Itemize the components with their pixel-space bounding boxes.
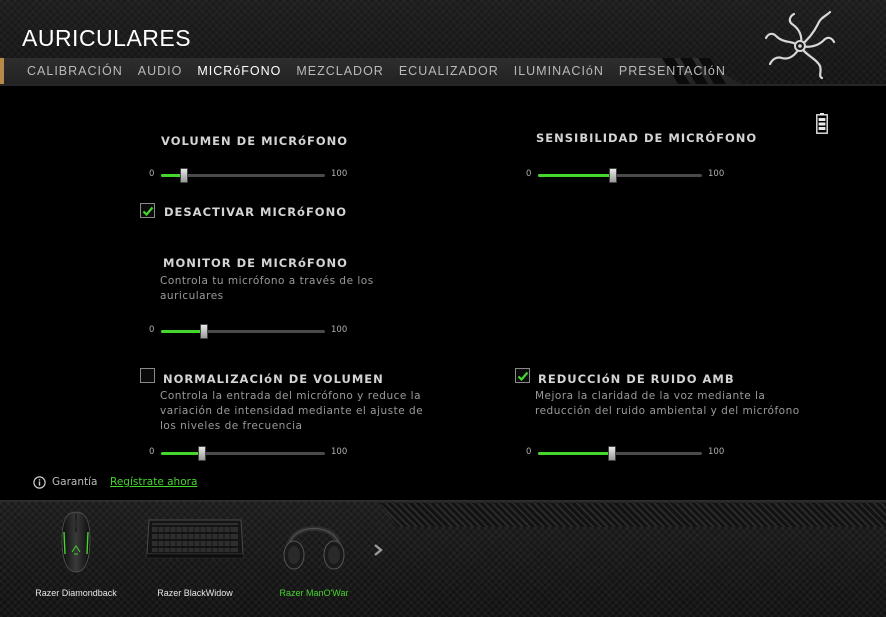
slider-fill <box>538 452 612 455</box>
mute-mic-checkbox[interactable] <box>140 203 155 218</box>
keyboard-icon <box>145 519 245 559</box>
volume-normalization-description: Controla la entrada del micrófono y redu… <box>160 390 424 432</box>
mic-monitor-slider[interactable]: 0 100 <box>149 324 349 339</box>
slider-max-label: 100 <box>331 169 348 179</box>
tab-microphone[interactable]: MICRóFONO <box>197 64 281 78</box>
checkmark-icon <box>517 371 529 382</box>
checkmark-icon <box>142 206 154 217</box>
mic-sensitivity-title: SENSIBILIDAD DE MICRÓFONO <box>536 131 758 145</box>
slider-thumb[interactable] <box>179 168 188 183</box>
device-bar-stripes <box>380 503 886 527</box>
slider-min-label: 0 <box>526 447 532 457</box>
mic-volume-title: VOLUMEN DE MICRóFONO <box>161 134 349 148</box>
device-manowar[interactable] <box>259 508 369 578</box>
slider-fill <box>538 174 614 177</box>
mute-mic-label: DESACTIVAR MICRóFONO <box>164 205 347 219</box>
mic-monitor-description: Controla tu micrófono a través de los au… <box>160 275 374 302</box>
app-title: AURICULARES <box>22 25 192 51</box>
mic-monitor-title: MONITOR DE MICRóFONO <box>163 256 348 270</box>
volume-normalization-checkbox[interactable] <box>140 368 155 383</box>
tab-lighting[interactable]: ILUMINACIóN <box>514 64 604 78</box>
slider-min-label: 0 <box>149 169 155 179</box>
info-icon <box>33 476 46 489</box>
slider-fill <box>161 452 202 455</box>
warranty-label: Garantía <box>52 476 98 488</box>
mic-sensitivity-slider[interactable]: 0 100 <box>526 168 726 183</box>
volume-normalization-label: NORMALIZACIóN DE VOLUMEN <box>163 372 384 386</box>
razer-logo-icon <box>764 10 836 80</box>
device-diamondback[interactable] <box>21 508 131 578</box>
volume-normalization-slider[interactable]: 0 100 <box>149 446 349 461</box>
mouse-icon <box>61 511 91 573</box>
slider-track[interactable] <box>161 168 325 183</box>
slider-max-label: 100 <box>331 447 348 457</box>
device-blackwidow[interactable] <box>140 508 250 578</box>
slider-min-label: 0 <box>149 447 155 457</box>
slider-min-label: 0 <box>526 169 532 179</box>
device-name-blackwidow[interactable]: Razer BlackWidow <box>140 588 250 598</box>
device-name-diamondback[interactable]: Razer Diamondback <box>21 588 131 598</box>
header: AURICULARES CALIBRACIÓN AUDIO MICRóFONO … <box>0 0 886 86</box>
header-divider <box>0 84 886 86</box>
slider-thumb[interactable] <box>607 446 616 461</box>
tab-presentation[interactable]: PRESENTACIóN <box>619 64 726 78</box>
slider-thumb[interactable] <box>198 446 206 461</box>
register-now-link[interactable]: Regístrate ahora <box>110 476 197 488</box>
noise-reduction-description: Mejora la claridad de la voz mediante la… <box>535 390 800 417</box>
chevron-right-icon[interactable] <box>372 543 384 557</box>
noise-reduction-label: REDUCCIóN DE RUIDO AMBIENTA <box>538 372 734 386</box>
slider-track[interactable] <box>538 168 702 183</box>
tab-bar-accent <box>0 58 4 84</box>
tab-calibration[interactable]: CALIBRACIÓN <box>27 64 123 78</box>
slider-thumb[interactable] <box>609 168 618 183</box>
battery-icon <box>816 113 828 134</box>
slider-max-label: 100 <box>708 169 725 179</box>
slider-thumb[interactable] <box>199 324 208 339</box>
slider-min-label: 0 <box>149 325 155 335</box>
tab-list: CALIBRACIÓN AUDIO MICRóFONO MEZCLADOR EC… <box>27 64 741 78</box>
slider-track[interactable] <box>161 324 325 339</box>
slider-max-label: 100 <box>708 447 725 457</box>
slider-track[interactable] <box>538 446 702 461</box>
tab-mixer[interactable]: MEZCLADOR <box>296 64 383 78</box>
slider-track[interactable] <box>161 446 325 461</box>
tab-audio[interactable]: AUDIO <box>138 64 183 78</box>
noise-reduction-slider[interactable]: 0 100 <box>526 446 726 461</box>
noise-reduction-checkbox[interactable] <box>515 368 530 383</box>
device-name-manowar[interactable]: Razer ManO'War <box>259 588 369 598</box>
headset-icon <box>283 526 345 570</box>
tab-equalizer[interactable]: ECUALIZADOR <box>399 64 499 78</box>
slider-max-label: 100 <box>331 325 348 335</box>
slider-fill <box>161 330 204 333</box>
mic-volume-slider[interactable]: 0 100 <box>149 168 349 183</box>
device-bar-divider <box>0 500 886 502</box>
